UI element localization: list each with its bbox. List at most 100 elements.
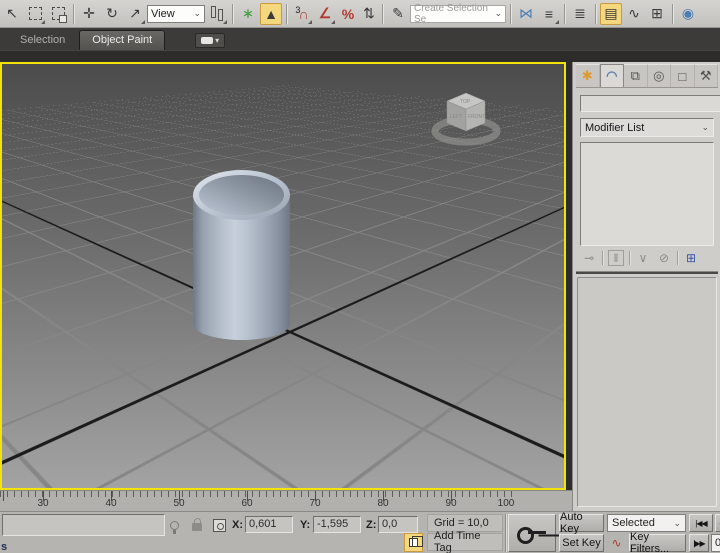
edit-named-selection-sets-button[interactable]: ✎	[387, 3, 409, 25]
tab-utilities[interactable]: ⚒	[695, 64, 719, 87]
add-time-tag[interactable]: Add Time Tag	[427, 533, 503, 551]
tab-hierarchy[interactable]: ⧉	[624, 64, 648, 87]
statusbar-separator	[505, 514, 506, 552]
chevron-down-icon: ⌄	[193, 9, 201, 18]
absolute-mode-icon	[213, 519, 226, 532]
reference-coordinate-system-value: View	[151, 8, 175, 20]
workspace: TOP LEFT FRONT 30405060708090100 ✱ ◠ ⧉ ◎…	[0, 62, 720, 511]
select-and-manipulate-button[interactable]: ∗	[237, 3, 259, 25]
key-mode-toggle-button[interactable]: |▶▶	[689, 534, 709, 552]
make-unique-button[interactable]: ∨	[635, 250, 651, 266]
object-name-input[interactable]	[580, 95, 720, 112]
select-object-button[interactable]: ↖	[1, 3, 23, 25]
viewcube-front-label: FRONT	[468, 114, 485, 120]
stack-toolbar-separator	[629, 251, 630, 265]
x-coordinate-field[interactable]: 0,601	[245, 516, 293, 533]
default-tangent-button[interactable]: ∿	[607, 534, 626, 552]
align-button[interactable]: ≡	[538, 3, 560, 25]
pivot-center-icon	[211, 6, 223, 21]
dashed-region-icon	[52, 7, 65, 20]
command-panel-tabs: ✱ ◠ ⧉ ◎ □ ⚒	[576, 64, 718, 88]
toolbar-separator	[286, 4, 287, 24]
absolute-offset-mode-toggle[interactable]	[211, 517, 227, 533]
timeline-frame-number: 70	[309, 498, 320, 509]
percent-snap-toggle-button[interactable]: %	[337, 3, 359, 25]
adaptive-degradation-button[interactable]	[166, 517, 182, 533]
tab-display[interactable]: □	[671, 64, 695, 87]
viewcube[interactable]: TOP LEFT FRONT	[426, 86, 506, 146]
select-and-move-button[interactable]: ✛	[78, 3, 100, 25]
use-pivot-point-center-button[interactable]	[206, 3, 228, 25]
timeline-track-bar[interactable]: 30405060708090100	[0, 490, 572, 511]
layer-manager-button[interactable]: ≣	[569, 3, 591, 25]
create-icon: ✱	[582, 68, 593, 84]
modifier-stack-list[interactable]	[580, 142, 714, 246]
perspective-viewport[interactable]: TOP LEFT FRONT	[0, 62, 566, 490]
selection-lock-toggle[interactable]	[189, 517, 205, 533]
angle-snap-toggle-button[interactable]: ∠	[314, 3, 336, 25]
select-and-rotate-button[interactable]: ↻	[101, 3, 123, 25]
keyboard-shortcut-override-toggle[interactable]: ▲	[260, 3, 282, 25]
toolbar-separator	[595, 4, 596, 24]
configure-modifier-sets-button[interactable]: ⊞	[683, 250, 699, 266]
toolbar-separator	[564, 4, 565, 24]
material-editor-button[interactable]: ◉	[677, 3, 699, 25]
lock-icon	[192, 523, 202, 531]
status-left-text: s	[1, 541, 7, 553]
previous-frame-button[interactable]: ◀	[715, 514, 720, 532]
key-icon	[517, 526, 547, 540]
motion-icon: ◎	[653, 68, 664, 84]
command-panel: ✱ ◠ ⧉ ◎ □ ⚒ Modifier List ⌄ ⊸ ‖ ∨ ⊘ ⊞	[572, 62, 720, 511]
snaps-toggle-button[interactable]: 3∩	[291, 3, 313, 25]
graphite-ribbon-toggle-button[interactable]: ▤	[600, 3, 622, 25]
tab-modify[interactable]: ◠	[600, 64, 625, 87]
tab-object-paint[interactable]: Object Paint	[79, 30, 165, 50]
set-key-button[interactable]: Set Key	[559, 534, 604, 552]
stack-toolbar-separator	[602, 251, 603, 265]
tab-selection[interactable]: Selection	[8, 31, 77, 50]
pin-stack-button[interactable]: ⊸	[581, 250, 597, 266]
select-and-scale-button[interactable]: ↗	[124, 3, 146, 25]
toolbar-separator	[382, 4, 383, 24]
angle-snap-icon: ∠	[319, 5, 332, 22]
go-to-start-button[interactable]: |◀◀	[689, 514, 713, 532]
key-filter-scope-dropdown[interactable]: Selected ⌄	[607, 514, 686, 532]
timeline-frame-number: 100	[498, 498, 515, 509]
snaps-count-label: 3	[295, 5, 300, 15]
reference-coordinate-system-dropdown[interactable]: View ⌄	[147, 5, 205, 23]
spinner-snap-toggle-button[interactable]: ⇅	[360, 3, 378, 25]
set-keys-button[interactable]	[508, 514, 556, 552]
window-crossing-toggle-button[interactable]	[47, 3, 69, 25]
cube-icon	[409, 538, 418, 547]
show-end-result-button[interactable]: ‖	[608, 250, 624, 266]
prompt-line	[2, 514, 165, 536]
modifier-list-dropdown[interactable]: Modifier List ⌄	[580, 118, 714, 137]
hierarchy-icon: ⧉	[631, 68, 640, 84]
named-selection-sets-dropdown[interactable]: Create Selection Se ⌄	[410, 5, 506, 23]
rectangular-selection-region-button[interactable]	[24, 3, 46, 25]
status-bar: s X: 0,601 Y: -1,595 Z: 0,0 Grid = 10,0 …	[0, 511, 720, 553]
stack-toolbar-separator	[677, 251, 678, 265]
curve-editor-button[interactable]: ∿	[623, 3, 645, 25]
percent-snap-icon: %	[342, 6, 354, 22]
isolate-selection-toggle[interactable]	[404, 533, 423, 552]
remove-modifier-button[interactable]: ⊘	[656, 250, 672, 266]
tube-object[interactable]	[193, 170, 290, 340]
chevron-down-icon: ▾	[215, 36, 219, 45]
modify-icon: ◠	[606, 68, 617, 84]
mirror-button[interactable]: ⋈	[515, 3, 537, 25]
z-coordinate-field[interactable]: 0,0	[378, 516, 418, 533]
tab-create[interactable]: ✱	[576, 64, 600, 87]
modifier-stack-toolbar: ⊸ ‖ ∨ ⊘ ⊞	[576, 246, 718, 270]
ribbon-minimize-button[interactable]: ▾	[195, 33, 225, 48]
dashed-region-icon	[29, 7, 42, 20]
tab-motion[interactable]: ◎	[648, 64, 672, 87]
toolbar-separator	[73, 4, 74, 24]
ribbon-body-collapsed	[0, 50, 720, 62]
auto-key-button[interactable]: Auto Key	[559, 514, 604, 532]
current-frame-field[interactable]: 0	[711, 534, 720, 552]
y-coordinate-field[interactable]: -1,595	[313, 516, 361, 533]
key-filters-button[interactable]: Key Filters...	[629, 534, 686, 552]
schematic-view-button[interactable]: ⊞	[646, 3, 668, 25]
ribbon-tab-strip: Selection Object Paint ▾	[0, 28, 720, 50]
